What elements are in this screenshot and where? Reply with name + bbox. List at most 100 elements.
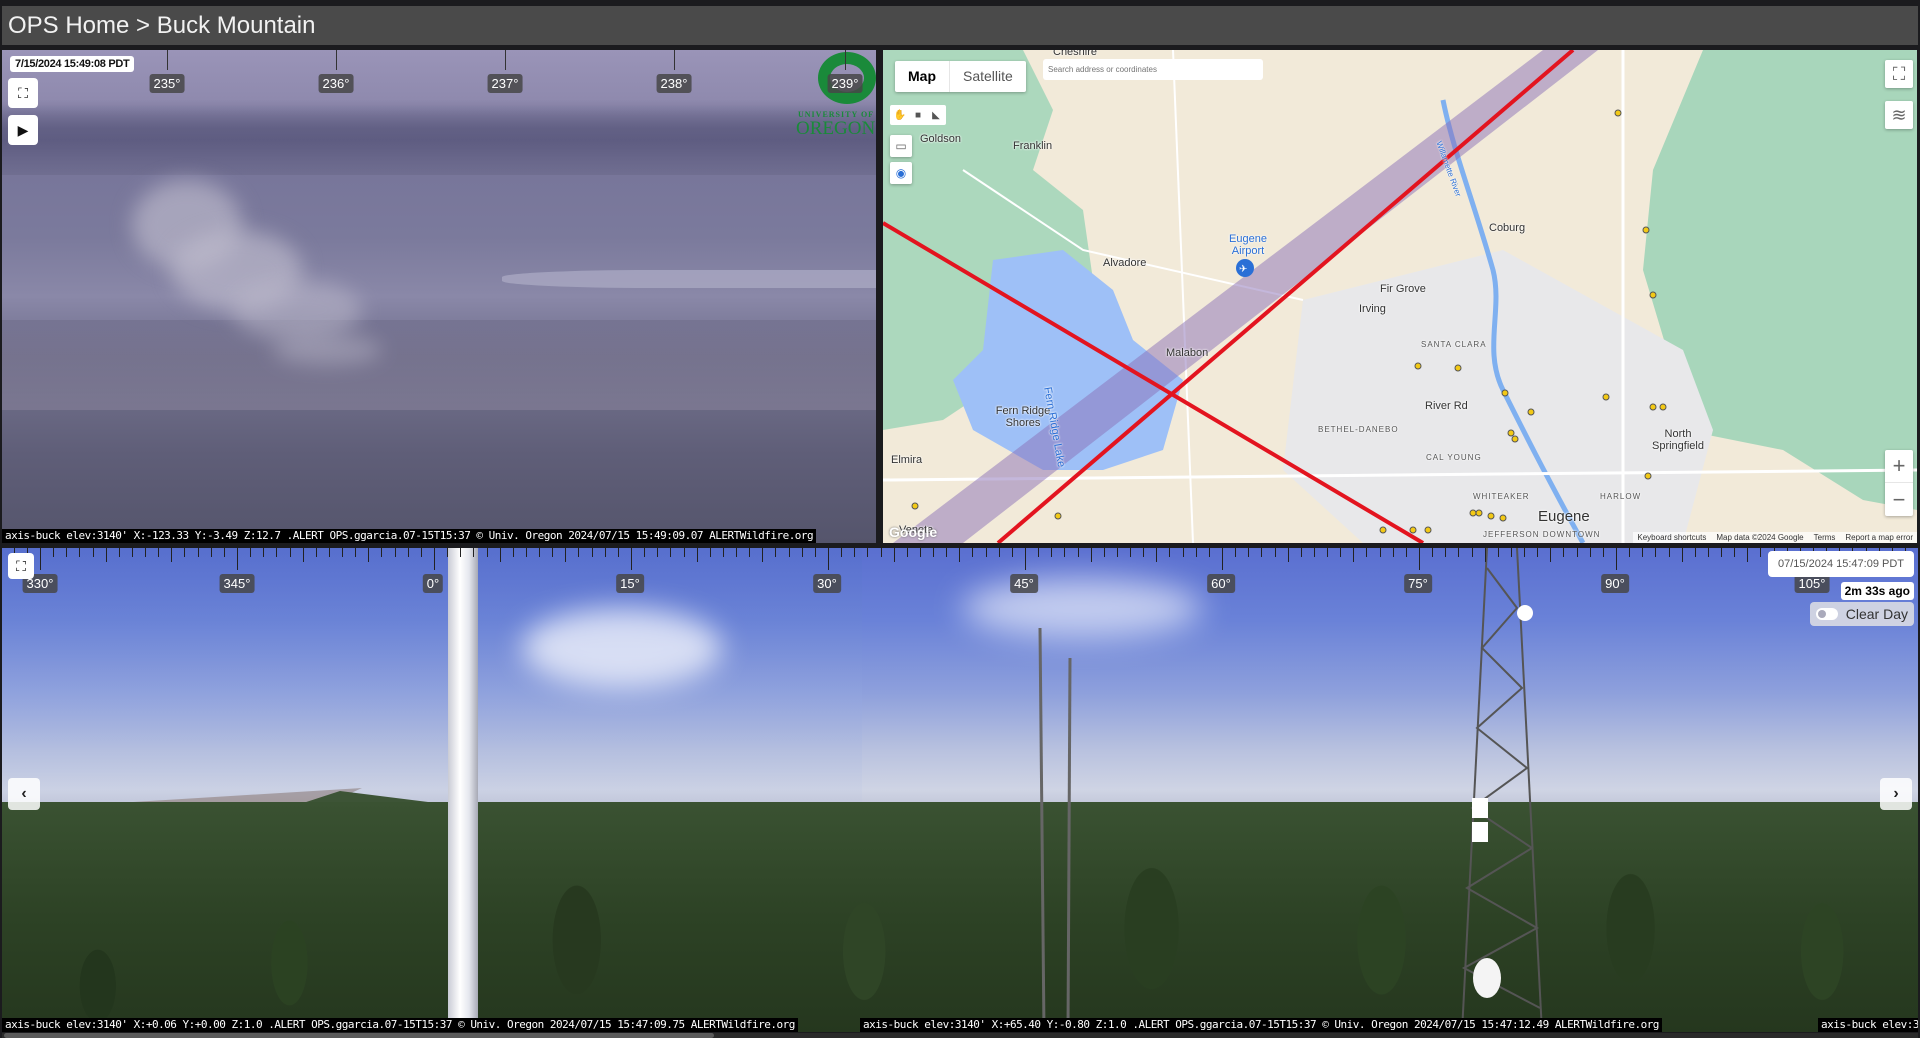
uo-logo-line2: OREGON bbox=[796, 118, 876, 139]
panorama-view[interactable]: 330° 345° 0° 15° 30° 45° 60° 75° 90° 105… bbox=[2, 548, 1918, 1032]
degree-tick bbox=[1313, 548, 1315, 557]
degree-tick bbox=[539, 548, 541, 557]
degree-tick bbox=[591, 548, 593, 557]
camera-play-button[interactable]: ▶ bbox=[8, 115, 38, 145]
degree-tick bbox=[1340, 548, 1342, 557]
place-label: Alvadore bbox=[1103, 257, 1147, 269]
degree-tick bbox=[223, 548, 225, 557]
map-fullscreen-button[interactable]: ⛶ bbox=[1885, 60, 1913, 88]
degree-tick bbox=[762, 548, 764, 562]
polygon-icon[interactable]: ◣ bbox=[928, 107, 944, 123]
camera-marker bbox=[1602, 393, 1610, 401]
degree-tick bbox=[972, 548, 974, 557]
degree-tick bbox=[1195, 548, 1197, 557]
degree-tick bbox=[1130, 548, 1132, 557]
map-canvas[interactable]: ✈ bbox=[883, 50, 1917, 543]
map-view[interactable]: ✈ Cheshire Goldson Franklin Alvadore Eug… bbox=[883, 50, 1917, 543]
place-label: Bethel-Danebo bbox=[1318, 425, 1399, 434]
report-error-link[interactable]: Report a map error bbox=[1845, 533, 1913, 542]
degree-tick bbox=[893, 548, 895, 562]
degree-tick bbox=[919, 548, 921, 557]
place-label: Elmira bbox=[891, 454, 923, 466]
keyboard-shortcuts-link[interactable]: Keyboard shortcuts bbox=[1637, 533, 1706, 542]
degree-tick bbox=[1222, 548, 1223, 570]
place-label: Eugene bbox=[1538, 508, 1590, 525]
camera-fullscreen-button[interactable]: ⛶ bbox=[8, 78, 38, 108]
degree-tick bbox=[92, 548, 94, 557]
degree-tick bbox=[79, 548, 81, 557]
degree-tick bbox=[145, 548, 147, 557]
degree-tick bbox=[749, 548, 751, 557]
degree-label: 45° bbox=[1010, 574, 1038, 593]
camera-marker bbox=[1649, 291, 1657, 299]
degree-tick bbox=[828, 548, 829, 570]
degree-tick bbox=[867, 548, 869, 557]
rectangle-icon[interactable]: ■ bbox=[910, 107, 926, 123]
degree-tick bbox=[499, 548, 501, 562]
camera-marker bbox=[1659, 403, 1667, 411]
antenna-pole bbox=[448, 548, 478, 1018]
degree-tick bbox=[1760, 548, 1762, 557]
map-layers-button[interactable]: ≋ bbox=[1885, 101, 1913, 129]
scrollbar-thumb[interactable] bbox=[4, 1033, 714, 1038]
breadcrumb: OPS Home > Buck Mountain bbox=[2, 6, 1918, 45]
panorama-timestamp: 07/15/2024 15:47:09 PDT bbox=[1768, 551, 1914, 577]
antenna-mast bbox=[1038, 628, 1072, 1032]
degree-tick bbox=[1090, 548, 1092, 562]
place-label: Cheshire bbox=[1053, 50, 1098, 58]
ruler-button[interactable]: ▭ bbox=[890, 135, 912, 157]
degree-tick bbox=[1642, 548, 1644, 557]
degree-tick bbox=[1261, 548, 1263, 557]
image-age-badge: 2m 33s ago bbox=[1840, 582, 1914, 600]
zoom-in-button[interactable]: + bbox=[1885, 450, 1913, 483]
degree-tick bbox=[197, 548, 199, 557]
road bbox=[1172, 50, 1194, 543]
degree-label: 345° bbox=[219, 574, 255, 593]
degree-tick bbox=[998, 548, 1000, 557]
degree-label: 236° bbox=[318, 74, 354, 93]
degree-tick bbox=[1458, 548, 1460, 557]
degree-tick bbox=[434, 548, 435, 570]
hand-icon[interactable]: ✋ bbox=[892, 107, 908, 123]
degree-tick bbox=[171, 548, 173, 562]
place-label: Harlow bbox=[1600, 492, 1642, 501]
locate-button[interactable]: ◉ bbox=[890, 162, 912, 184]
degree-tick bbox=[906, 548, 908, 557]
terms-link[interactable]: Terms bbox=[1814, 533, 1836, 542]
next-button[interactable]: › bbox=[1880, 778, 1912, 810]
degree-tick bbox=[1694, 548, 1696, 557]
camera-marker bbox=[1475, 509, 1483, 517]
degree-tick bbox=[167, 50, 168, 70]
degree-label: 60° bbox=[1207, 574, 1235, 593]
toggle-switch[interactable] bbox=[1815, 608, 1838, 620]
zoom-out-button[interactable]: − bbox=[1885, 483, 1913, 516]
degree-tick bbox=[1589, 548, 1591, 557]
degree-tick bbox=[394, 548, 396, 557]
prev-button[interactable]: ‹ bbox=[8, 778, 40, 810]
degree-tick bbox=[1471, 548, 1473, 557]
degree-tick bbox=[1537, 548, 1539, 557]
degree-tick bbox=[1051, 548, 1053, 557]
horizontal-scrollbar[interactable] bbox=[2, 1033, 1918, 1038]
panorama-fullscreen-button[interactable]: ⛶ bbox=[8, 553, 34, 579]
map-search-input[interactable] bbox=[1043, 59, 1263, 80]
map-type-map-button[interactable]: Map bbox=[895, 61, 950, 92]
degree-tick bbox=[1668, 548, 1670, 557]
degree-tick bbox=[1327, 548, 1329, 557]
camera-view[interactable]: UNIVERSITY OF OREGON 235° 236° 237° 238°… bbox=[2, 50, 876, 543]
degree-tick bbox=[486, 548, 488, 557]
degree-tick bbox=[1616, 548, 1617, 570]
place-label: Cal Young bbox=[1426, 453, 1482, 462]
degree-tick bbox=[814, 548, 816, 557]
camera-marker bbox=[1511, 435, 1519, 443]
camera-marker bbox=[1424, 526, 1432, 534]
clear-day-toggle[interactable]: Clear Day bbox=[1809, 602, 1914, 626]
camera-marker bbox=[1499, 514, 1507, 522]
map-type-satellite-button[interactable]: Satellite bbox=[950, 61, 1026, 92]
breadcrumb-home-link[interactable]: OPS Home bbox=[8, 12, 129, 39]
degree-label: 239° bbox=[827, 74, 863, 93]
degree-tick bbox=[1721, 548, 1723, 557]
degree-tick bbox=[1629, 548, 1631, 557]
degree-tick bbox=[158, 548, 160, 557]
panorama-caption: axis-buck elev:3140' X:+130.73 ' bbox=[1818, 1018, 1918, 1032]
